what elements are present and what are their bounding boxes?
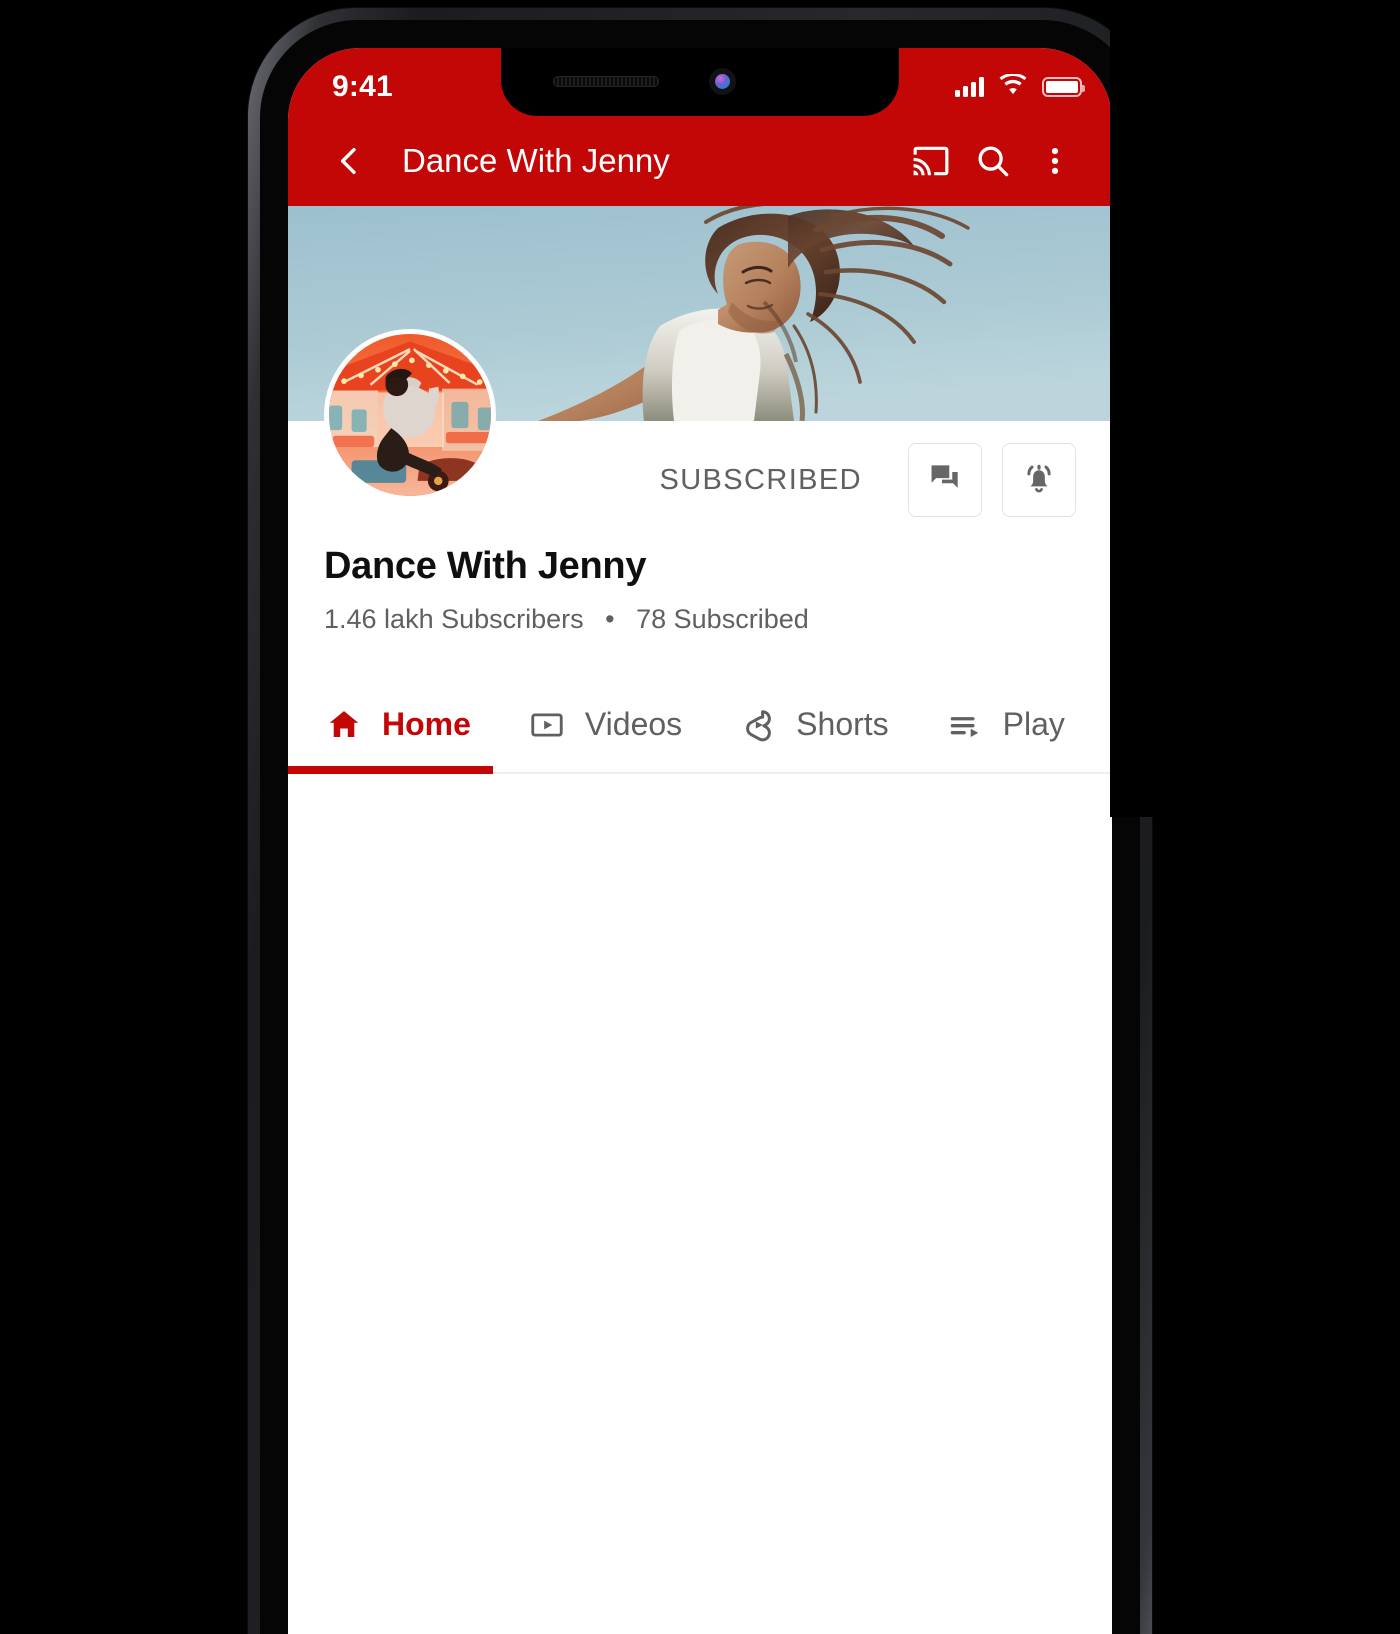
back-button[interactable] [318, 130, 380, 192]
more-vert-icon[interactable] [1024, 130, 1086, 192]
channel-tabs: Home Videos Shorts Play [288, 677, 1112, 774]
notch [501, 48, 899, 116]
notifications-button[interactable] [1002, 443, 1076, 517]
home-icon [324, 705, 364, 745]
tab-playlists-label: Play [1002, 706, 1065, 742]
front-camera-icon [709, 68, 736, 95]
search-icon[interactable] [962, 130, 1024, 192]
tab-home[interactable]: Home [288, 677, 493, 774]
playlist-icon [945, 705, 985, 745]
subscribe-button[interactable]: SUBSCRIBED [659, 464, 862, 497]
channel-name: Dance With Jenny [324, 545, 647, 587]
subscribed-count: 78 Subscribed [636, 604, 809, 634]
battery-icon [1042, 77, 1085, 97]
page-title: Dance With Jenny [402, 142, 670, 179]
phone-screen: 9:41 Dance With Jenny SUBSCRIBED Dance W… [288, 48, 1112, 1634]
wifi-icon [998, 72, 1028, 101]
avatar-image [329, 334, 491, 496]
community-chat-button[interactable] [908, 443, 982, 517]
video-icon [527, 705, 567, 745]
phone-frame: 9:41 Dance With Jenny SUBSCRIBED Dance W… [248, 8, 1152, 1634]
cast-icon[interactable] [900, 130, 962, 192]
earpiece-speaker-icon [553, 76, 659, 87]
status-time: 9:41 [332, 70, 393, 103]
viewport-clip [1110, 0, 1400, 817]
bell-ring-icon [1020, 459, 1058, 502]
channel-header: SUBSCRIBED Dance With Jenny 1.46 lakh Su… [288, 329, 1112, 635]
signal-icon [955, 77, 984, 97]
app-bar: Dance With Jenny [288, 116, 1112, 206]
tab-videos-label: Videos [584, 706, 683, 742]
forum-icon [926, 459, 964, 502]
tab-videos[interactable]: Videos [527, 677, 682, 772]
shorts-icon [738, 705, 778, 745]
status-icons [955, 72, 1085, 101]
avatar[interactable] [324, 329, 496, 501]
tab-playlists[interactable]: Play [945, 677, 1065, 772]
tab-shorts-label: Shorts [796, 706, 889, 742]
tab-home-label: Home [382, 706, 471, 742]
tab-shorts[interactable]: Shorts [738, 677, 889, 772]
subscriber-count: 1.46 lakh Subscribers [324, 604, 584, 634]
stats-separator: • [605, 604, 615, 634]
channel-stats: 1.46 lakh Subscribers • 78 Subscribed [324, 588, 1076, 635]
